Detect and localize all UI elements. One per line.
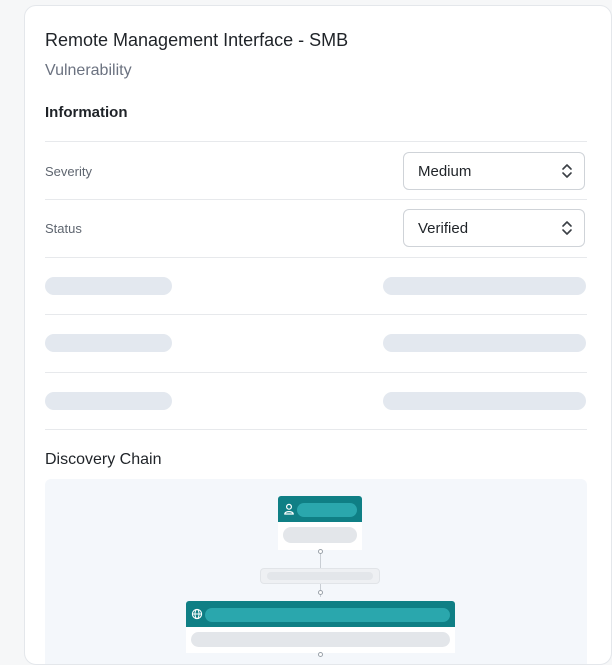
information-heading: Information: [45, 104, 128, 121]
divider: [45, 257, 587, 258]
severity-value: Medium: [418, 162, 472, 180]
globe-icon: [191, 608, 203, 620]
skeleton-label: [45, 334, 172, 352]
skeleton-label: [45, 392, 172, 410]
user-icon: [284, 503, 294, 515]
chain-node-user[interactable]: [278, 496, 362, 522]
divider: [45, 372, 587, 373]
divider: [45, 141, 587, 142]
discovery-chain-graph: [45, 479, 587, 664]
chevron-up-down-icon: [562, 221, 572, 235]
divider: [45, 429, 587, 430]
skeleton-value: [383, 392, 586, 410]
card-subtitle: Vulnerability: [45, 62, 132, 79]
skeleton-label: [45, 277, 172, 295]
status-label: Status: [45, 221, 82, 236]
connector-dot: [318, 590, 323, 595]
vulnerability-card: Remote Management Interface - SMB Vulner…: [24, 5, 612, 665]
node-title-skeleton: [297, 503, 357, 517]
discovery-chain-heading: Discovery Chain: [45, 451, 162, 468]
status-value: Verified: [418, 219, 469, 237]
chain-node-body: [278, 522, 362, 550]
skeleton-value: [383, 334, 586, 352]
severity-label: Severity: [45, 164, 92, 179]
chevron-up-down-icon: [562, 164, 572, 178]
connector-dot: [318, 549, 323, 554]
edge-label: [260, 568, 380, 584]
card-title: Remote Management Interface - SMB: [45, 30, 349, 50]
edge-label-skeleton: [267, 572, 373, 580]
chain-node-network[interactable]: [186, 601, 455, 627]
divider: [45, 314, 587, 315]
node-detail-skeleton: [191, 632, 450, 647]
status-select[interactable]: Verified: [403, 209, 585, 247]
node-detail-skeleton: [283, 527, 357, 543]
skeleton-value: [383, 277, 586, 295]
severity-select[interactable]: Medium: [403, 152, 585, 190]
chain-node-body: [186, 627, 455, 653]
node-title-skeleton: [205, 608, 450, 622]
divider: [45, 199, 587, 200]
